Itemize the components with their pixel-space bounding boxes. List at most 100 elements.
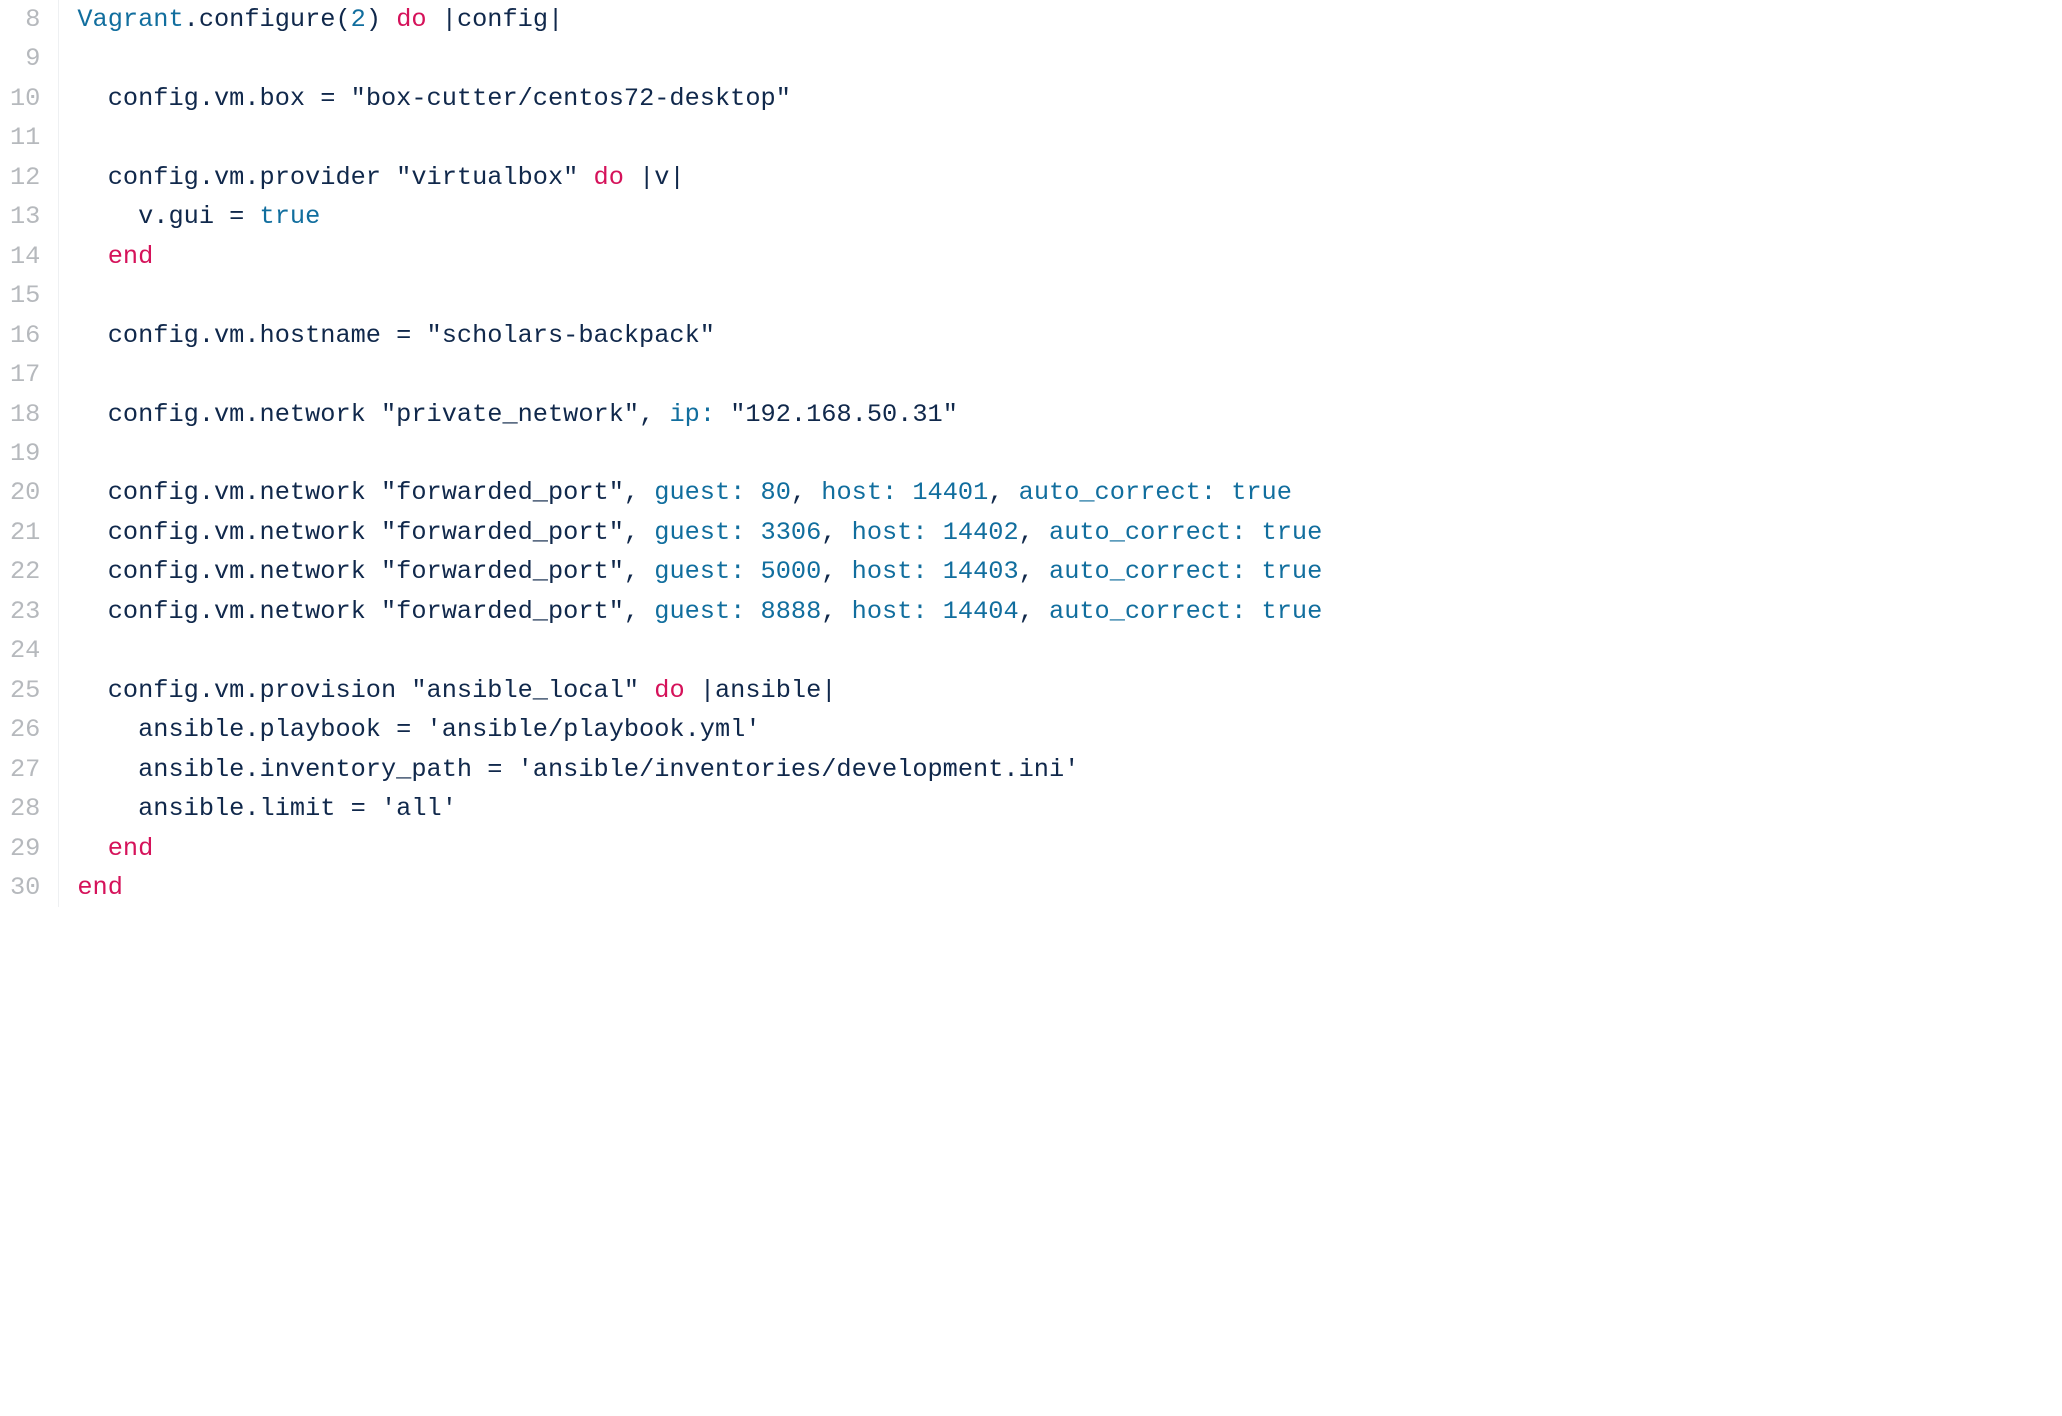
line-number: 28: [10, 789, 40, 828]
line-number: 13: [10, 197, 40, 236]
code-line[interactable]: ansible.playbook = 'ansible/playbook.yml…: [77, 710, 2062, 749]
code-token: config.vm.provision: [77, 676, 411, 705]
code-token: end: [108, 242, 154, 271]
code-line[interactable]: config.vm.provider "virtualbox" do |v|: [77, 158, 2062, 197]
line-number: 30: [10, 868, 40, 907]
code-token: auto_correct:: [1049, 557, 1262, 586]
line-number: 8: [10, 0, 40, 39]
code-token: "ansible_local": [411, 676, 639, 705]
code-token: config.vm.network: [77, 400, 381, 429]
code-token: config.vm.network: [77, 478, 381, 507]
code-line[interactable]: end: [77, 237, 2062, 276]
code-token: config.vm.network: [77, 597, 381, 626]
code-line[interactable]: config.vm.provision "ansible_local" do |…: [77, 671, 2062, 710]
code-token: 14404: [943, 597, 1019, 626]
code-line[interactable]: [77, 39, 2062, 78]
line-number-gutter: 8910111213141516171819202122232425262728…: [0, 0, 59, 907]
code-line[interactable]: end: [77, 868, 2062, 907]
code-token: config.vm.provider: [77, 163, 396, 192]
code-token: .configure(: [184, 5, 351, 34]
code-token: "forwarded_port": [381, 478, 624, 507]
code-line[interactable]: end: [77, 829, 2062, 868]
code-token: "box-cutter/centos72-desktop": [351, 84, 791, 113]
code-token: true: [1231, 478, 1292, 507]
code-token: ,: [821, 557, 851, 586]
code-token: true: [1262, 518, 1323, 547]
code-token: 80: [761, 478, 791, 507]
code-line[interactable]: [77, 355, 2062, 394]
code-token: 'ansible/inventories/development.ini': [518, 755, 1080, 784]
code-token: ,: [1019, 597, 1049, 626]
code-token: config.vm.box =: [77, 84, 350, 113]
code-token: ansible.limit =: [77, 794, 381, 823]
code-token: |ansible|: [685, 676, 837, 705]
code-line[interactable]: config.vm.network "forwarded_port", gues…: [77, 513, 2062, 552]
code-line[interactable]: Vagrant.configure(2) do |config|: [77, 0, 2062, 39]
code-token: ,: [821, 597, 851, 626]
code-line[interactable]: config.vm.network "forwarded_port", gues…: [77, 592, 2062, 631]
code-token: 3306: [761, 518, 822, 547]
code-line[interactable]: config.vm.network "private_network", ip:…: [77, 395, 2062, 434]
code-token: ,: [624, 597, 654, 626]
code-line[interactable]: ansible.limit = 'all': [77, 789, 2062, 828]
code-line[interactable]: v.gui = true: [77, 197, 2062, 236]
line-number: 26: [10, 710, 40, 749]
code-token: 14401: [912, 478, 988, 507]
code-token: "forwarded_port": [381, 597, 624, 626]
code-line[interactable]: [77, 434, 2062, 473]
code-token: do: [396, 5, 426, 34]
code-area[interactable]: Vagrant.configure(2) do |config| config.…: [59, 0, 2062, 907]
code-line[interactable]: config.vm.box = "box-cutter/centos72-des…: [77, 79, 2062, 118]
line-number: 19: [10, 434, 40, 473]
code-token: 5000: [761, 557, 822, 586]
line-number: 21: [10, 513, 40, 552]
code-line[interactable]: [77, 276, 2062, 315]
code-line[interactable]: [77, 631, 2062, 670]
code-token: ,: [624, 557, 654, 586]
line-number: 23: [10, 592, 40, 631]
code-token: host:: [852, 557, 943, 586]
code-token: ,: [821, 518, 851, 547]
code-line[interactable]: ansible.inventory_path = 'ansible/invent…: [77, 750, 2062, 789]
code-token: ip:: [669, 400, 730, 429]
code-token: [578, 163, 593, 192]
line-number: 15: [10, 276, 40, 315]
code-token: ,: [791, 478, 821, 507]
code-token: "forwarded_port": [381, 557, 624, 586]
code-block: 8910111213141516171819202122232425262728…: [0, 0, 2062, 907]
code-token: auto_correct:: [1019, 478, 1232, 507]
line-number: 14: [10, 237, 40, 276]
line-number: 18: [10, 395, 40, 434]
code-token: config.vm.network: [77, 518, 381, 547]
code-token: 'all': [381, 794, 457, 823]
line-number: 22: [10, 552, 40, 591]
code-line[interactable]: config.vm.network "forwarded_port", gues…: [77, 552, 2062, 591]
line-number: 10: [10, 79, 40, 118]
line-number: 20: [10, 473, 40, 512]
line-number: 27: [10, 750, 40, 789]
code-line[interactable]: config.vm.network "forwarded_port", gues…: [77, 473, 2062, 512]
code-token: guest:: [654, 518, 760, 547]
code-token: 2: [351, 5, 366, 34]
code-token: guest:: [654, 597, 760, 626]
code-token: "forwarded_port": [381, 518, 624, 547]
code-token: "virtualbox": [396, 163, 578, 192]
line-number: 9: [10, 39, 40, 78]
code-token: host:: [852, 518, 943, 547]
code-token: "192.168.50.31": [730, 400, 958, 429]
code-token: true: [1262, 597, 1323, 626]
code-line[interactable]: [77, 118, 2062, 157]
code-line[interactable]: config.vm.hostname = "scholars-backpack": [77, 316, 2062, 355]
code-token: auto_correct:: [1049, 518, 1262, 547]
code-token: ,: [624, 518, 654, 547]
code-token: guest:: [654, 478, 760, 507]
line-number: 12: [10, 158, 40, 197]
code-token: [77, 834, 107, 863]
code-token: ,: [639, 400, 669, 429]
code-token: ,: [624, 478, 654, 507]
line-number: 24: [10, 631, 40, 670]
code-token: [77, 242, 107, 271]
code-token: 14402: [943, 518, 1019, 547]
line-number: 29: [10, 829, 40, 868]
code-token: host:: [852, 597, 943, 626]
